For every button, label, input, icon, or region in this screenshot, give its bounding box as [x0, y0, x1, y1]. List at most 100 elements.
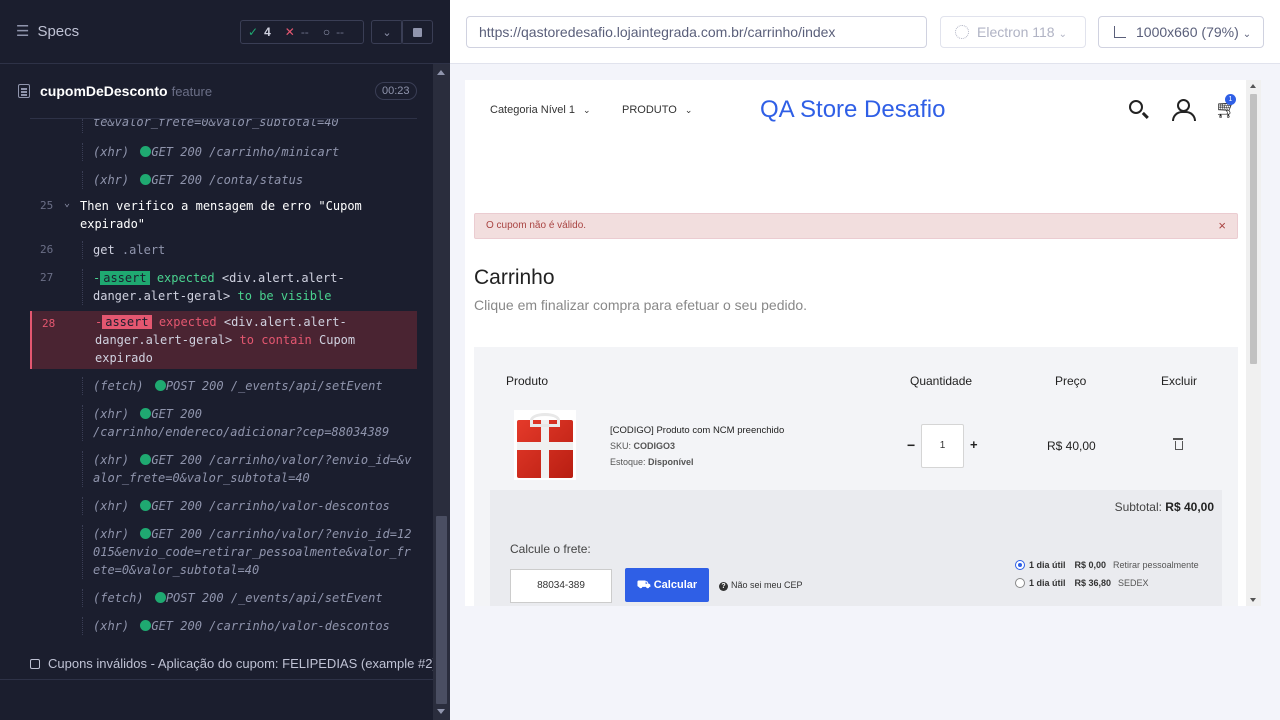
- browser-select[interactable]: Electron 118 ⌄: [940, 16, 1086, 48]
- cart-summary: Subtotal: R$ 40,00 Calcule o frete: 8803…: [490, 490, 1222, 606]
- reporter-scrollbar[interactable]: [433, 64, 450, 720]
- status-dot-icon: [140, 500, 152, 511]
- cart-count-badge: 1: [1225, 94, 1236, 105]
- command-row[interactable]: (xhr) GET 200 /carrinho/valor/?envio_id=…: [30, 451, 417, 487]
- product-image[interactable]: [514, 410, 576, 480]
- assert-row[interactable]: 27 - assert expected <div.alert.alert-dan…: [30, 269, 417, 305]
- alert-message: O cupom não é válido.: [486, 220, 587, 231]
- test-example-row[interactable]: Cupons inválidos - Aplicação do cupom: F…: [30, 656, 437, 671]
- nav-category[interactable]: Categoria Nível 1 ⌄: [490, 104, 591, 116]
- cart-table: Produto Quantidade Preço Excluir [CODIGO…: [474, 347, 1238, 606]
- cypress-reporter: ☰ Specs ✓ 4 ✕ -- ○ -- ⌄ cupomDeDesconto f…: [0, 0, 450, 720]
- command-row[interactable]: (xhr) GET 200 /carrinho/valor/?envio_id=…: [30, 525, 417, 579]
- gift-box-icon: [517, 420, 573, 478]
- failed-count: --: [300, 25, 309, 39]
- site-header: Categoria Nível 1 ⌄ PRODUTO ⌄ QA Store Des…: [465, 80, 1245, 144]
- electron-icon: [955, 25, 969, 39]
- assert-badge: assert: [102, 315, 152, 329]
- scroll-down-icon: [437, 709, 445, 714]
- nav-produto[interactable]: PRODUTO ⌄: [622, 104, 692, 116]
- shipping-label: Calcule o frete:: [510, 542, 591, 556]
- user-icon[interactable]: [1172, 99, 1196, 121]
- status-dot-icon: [140, 408, 152, 419]
- chevron-down-icon: ⌄: [684, 105, 693, 115]
- spec-duration: 00:23: [375, 82, 417, 100]
- cep-input[interactable]: 88034-389: [510, 569, 612, 603]
- x-icon: ✕: [284, 25, 295, 39]
- divider: [0, 679, 433, 680]
- col-header-price: Preço: [1055, 374, 1087, 388]
- command-row[interactable]: (xhr) GET 200 /carrinho/minicart: [30, 143, 417, 161]
- status-dot-icon: [140, 174, 152, 185]
- command-row[interactable]: (xhr) GET 200 /carrinho/valor-descontos: [30, 617, 417, 635]
- file-icon: [18, 84, 30, 98]
- iframe-scrollbar[interactable]: [1246, 80, 1261, 606]
- spec-extension: feature: [171, 84, 213, 99]
- command-log: te&valor_frete=0&valor_subtotal=40 (xhr)…: [30, 118, 417, 638]
- scroll-thumb[interactable]: [436, 516, 447, 704]
- status-dot-icon: [140, 528, 152, 539]
- scroll-thumb[interactable]: [1250, 94, 1257, 364]
- command-row[interactable]: (fetch) POST 200 /_events/api/setEvent: [30, 377, 417, 395]
- step-row[interactable]: 25 ⌄ Then verifico a mensagem de erro "C…: [30, 197, 417, 233]
- aut-iframe: Categoria Nível 1 ⌄ PRODUTO ⌄ QA Store Des…: [465, 80, 1261, 606]
- reporter-header: ☰ Specs ✓ 4 ✕ -- ○ -- ⌄: [0, 0, 450, 64]
- chevron-down-icon: ⌄: [1242, 29, 1252, 40]
- collapse-button[interactable]: ⌄: [371, 20, 403, 44]
- line-number: 27: [40, 271, 54, 284]
- list-icon: ☰: [16, 23, 30, 40]
- stop-icon: [412, 27, 422, 37]
- viewport-select[interactable]: 1000x660 (79%) ⌄: [1098, 16, 1264, 48]
- shipping-option[interactable]: 1 dia útil R$ 0,00 Retirar pessoalmente: [1015, 560, 1199, 570]
- chevron-down-icon: ⌄: [1058, 29, 1067, 40]
- pending-icon: ○: [322, 25, 331, 39]
- chevron-down-icon: ⌄: [583, 105, 591, 115]
- specs-label: Specs: [37, 22, 80, 40]
- calculate-button[interactable]: ⛟ Calcular: [625, 568, 709, 602]
- command-row[interactable]: (xhr) GET 200 /carrinho/valor-descontos: [30, 497, 417, 515]
- site-logo-title[interactable]: QA Store Desafio: [760, 96, 945, 124]
- failed-assert-row[interactable]: 28 - assert expected <div.alert.alert-dan…: [30, 311, 417, 369]
- scroll-up-icon: [1250, 84, 1256, 88]
- search-icon[interactable]: [1129, 100, 1143, 114]
- command-row[interactable]: 26 get .alert: [30, 241, 417, 259]
- col-header-product: Produto: [506, 374, 549, 388]
- error-alert: O cupom não é válido. ×: [474, 213, 1238, 239]
- url-field[interactable]: https://qastoredesafio.lojaintegrada.com…: [466, 16, 927, 48]
- stats-group: ✓ 4 ✕ -- ○ --: [240, 20, 364, 44]
- product-stock: Estoque: Disponível: [610, 457, 694, 467]
- qty-increase-button[interactable]: +: [970, 437, 978, 452]
- spec-name: cupomDeDesconto feature: [40, 83, 213, 99]
- product-sku: SKU: CODIGO3: [610, 441, 676, 451]
- qty-decrease-button[interactable]: −: [907, 437, 915, 453]
- line-number: 28: [42, 317, 56, 330]
- quantity-input[interactable]: 1: [921, 424, 964, 468]
- close-icon[interactable]: ×: [1218, 214, 1226, 238]
- shipping-option[interactable]: 1 dia útil R$ 36,80 SEDEX: [1015, 578, 1149, 588]
- cep-help-link[interactable]: ? Não sei meu CEP: [719, 580, 803, 591]
- product-name[interactable]: [CODIGO] Produto com NCM preenchido: [610, 425, 784, 436]
- chevron-down-icon: ⌄: [64, 198, 71, 209]
- truncated-url: te&valor_frete=0&valor_subtotal=40: [93, 118, 339, 129]
- radio-button[interactable]: [1015, 578, 1025, 588]
- command-row[interactable]: (xhr) GET 200 /carrinho/endereco/adicion…: [30, 405, 417, 441]
- scroll-up-icon: [437, 70, 445, 75]
- command-row[interactable]: te&valor_frete=0&valor_subtotal=40: [30, 119, 417, 133]
- spec-title-row[interactable]: cupomDeDesconto feature 00:23: [0, 75, 432, 109]
- trash-icon[interactable]: [1173, 438, 1183, 450]
- command-row[interactable]: (xhr) GET 200 /conta/status: [30, 171, 417, 189]
- item-price: R$ 40,00: [1047, 439, 1096, 453]
- command-row[interactable]: (fetch) POST 200 /_events/api/setEvent: [30, 589, 417, 607]
- aut-header: https://qastoredesafio.lojaintegrada.com…: [450, 0, 1280, 64]
- ruler-icon: [1114, 26, 1126, 38]
- pending-count: --: [336, 25, 345, 39]
- failed-stat: ✕ --: [278, 25, 316, 39]
- radio-button[interactable]: [1015, 560, 1025, 570]
- stop-button[interactable]: [401, 20, 433, 44]
- truck-icon: ⛟: [636, 579, 651, 591]
- subtotal: Subtotal: R$ 40,00: [1114, 500, 1214, 514]
- specs-button[interactable]: ☰ Specs: [16, 22, 80, 41]
- page-subtitle: Clique em finalizar compra para efetuar …: [474, 297, 808, 313]
- app-under-test-panel: https://qastoredesafio.lojaintegrada.com…: [450, 0, 1280, 720]
- question-icon: ?: [719, 582, 728, 591]
